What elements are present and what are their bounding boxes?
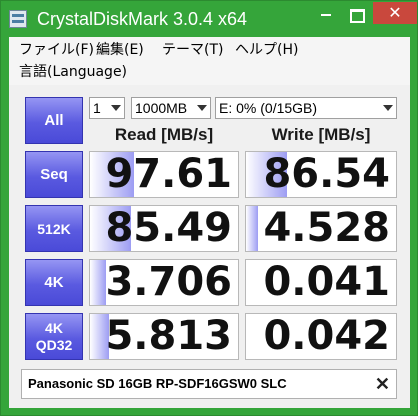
- minimize-button[interactable]: [313, 5, 341, 23]
- drive-select[interactable]: E: 0% (0/15GB): [215, 97, 397, 119]
- read-header: Read [MB/s]: [114, 125, 214, 144]
- window-title: CrystalDiskMark 3.0.4 x64: [37, 9, 248, 29]
- 512k-write-bar: [246, 206, 258, 251]
- seq-button[interactable]: Seq: [25, 151, 83, 198]
- 512k-write-result: 4.528: [245, 205, 397, 252]
- close-button[interactable]: ✕: [373, 2, 417, 24]
- 512k-read-value: 85.49: [105, 205, 232, 251]
- seq-write-value: 86.54: [263, 151, 390, 197]
- seq-read-result: 97.61: [89, 151, 239, 198]
- 4k-qd32-button[interactable]: 4K QD32: [25, 313, 83, 360]
- all-button[interactable]: All: [25, 97, 83, 144]
- menu-file[interactable]: ファイル(F): [19, 40, 94, 60]
- app-window: CrystalDiskMark 3.0.4 x64 ✕ ファイル(F) 編集(E…: [0, 0, 418, 416]
- menu-edit[interactable]: 編集(E): [96, 40, 144, 60]
- menu-help[interactable]: ヘルプ(H): [235, 40, 298, 60]
- 512k-read-result: 85.49: [89, 205, 239, 252]
- benchmark-panel: All 1 1000MB E: 0% (0/15GB) Read [MB/s] …: [9, 85, 410, 408]
- 4k-read-bar: [90, 260, 107, 305]
- seq-read-value: 97.61: [105, 151, 232, 197]
- menu-language[interactable]: 言語(Language): [19, 62, 127, 82]
- 4k-write-result: 0.041: [245, 259, 397, 306]
- 512k-button[interactable]: 512K: [25, 205, 83, 252]
- chevron-down-icon: [197, 105, 207, 111]
- comment-field[interactable]: Panasonic SD 16GB RP-SDF16GSW0 SLC ✕: [21, 369, 397, 399]
- 512k-write-value: 4.528: [263, 205, 390, 251]
- write-header: Write [MB/s]: [271, 125, 371, 144]
- chevron-down-icon: [383, 105, 393, 111]
- 4k-qd32-write-result: 0.042: [245, 313, 397, 360]
- client-area: ファイル(F) 編集(E) テーマ(T) ヘルプ(H) 言語(Language)…: [9, 37, 410, 408]
- 4k-qd32-label-line1: 4K: [45, 319, 63, 336]
- drive-value: E: 0% (0/15GB): [219, 100, 318, 116]
- test-size-select[interactable]: 1000MB: [131, 97, 211, 119]
- 4k-read-value: 3.706: [105, 259, 232, 305]
- app-icon: [9, 10, 27, 28]
- 4k-read-result: 3.706: [89, 259, 239, 306]
- test-count-select[interactable]: 1: [89, 97, 125, 119]
- comment-text: Panasonic SD 16GB RP-SDF16GSW0 SLC: [28, 376, 287, 391]
- 4k-qd32-write-value: 0.042: [263, 313, 390, 359]
- menu-bar: ファイル(F) 編集(E) テーマ(T) ヘルプ(H) 言語(Language): [9, 37, 410, 85]
- 4k-qd32-label-line2: QD32: [35, 336, 73, 353]
- chevron-down-icon: [111, 105, 121, 111]
- 4k-button[interactable]: 4K: [25, 259, 83, 306]
- maximize-button[interactable]: [343, 5, 371, 23]
- menu-theme[interactable]: テーマ(T): [162, 40, 223, 60]
- title-bar[interactable]: CrystalDiskMark 3.0.4 x64 ✕: [1, 1, 417, 37]
- 4k-qd32-read-value: 5.813: [105, 313, 232, 359]
- clear-comment-icon[interactable]: ✕: [375, 370, 390, 398]
- test-size-value: 1000MB: [135, 100, 188, 116]
- test-count-value: 1: [93, 100, 101, 116]
- 4k-write-value: 0.041: [263, 259, 390, 305]
- seq-write-result: 86.54: [245, 151, 397, 198]
- 4k-qd32-read-result: 5.813: [89, 313, 239, 360]
